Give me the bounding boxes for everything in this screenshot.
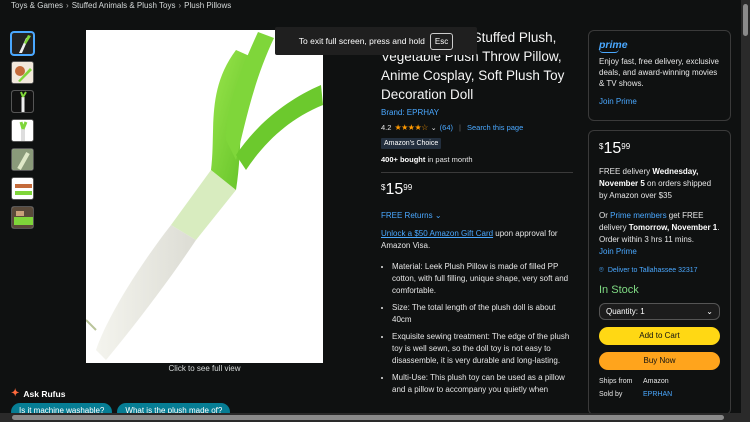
fast-delivery-date: Tomorrow, November 1 [628,223,718,232]
feature-bullet: Size: The total length of the plush doll… [392,302,573,326]
thumbnail[interactable] [11,148,34,171]
sparkle-icon: ✦ [11,388,20,399]
ships-from-label: Ships from [599,378,633,385]
join-prime-link[interactable]: Join Prime [599,246,720,258]
search-this-page-link[interactable]: Search this page [467,123,523,132]
product-main-image[interactable] [86,30,323,363]
vertical-scrollbar[interactable] [741,0,750,413]
join-prime-link[interactable]: Join Prime [599,97,720,106]
rating-value: 4.2 [381,123,392,132]
horizontal-scrollbar[interactable] [0,413,750,422]
ask-rufus-heading: ✦ Ask Rufus [11,388,65,399]
prime-delivery-info: Or Prime members get FREE delivery Tomor… [599,210,720,258]
scrollbar-thumb[interactable] [12,415,724,420]
product-details: on Leek Onion Stuffed Plush, Vegetable P… [381,28,573,401]
chevron-right-icon: › [178,1,182,10]
see-full-view-link[interactable]: Click to see full view [86,364,323,373]
seller-link[interactable]: EPRHAN [643,391,720,398]
delivery-text: Or [599,211,611,220]
location-pin-icon: ⌾ [599,265,604,274]
prime-members-link[interactable]: Prime members [610,211,666,220]
quantity-value: Quantity: 1 [606,307,645,316]
amazons-choice-badge: Amazon's Choice [381,138,442,149]
feature-bullet: Exquisite sewing treatment: The edge of … [392,331,573,367]
price-whole: 15 [385,181,404,198]
bought-count: 400+ bought in past month [381,155,573,164]
feature-bullets: Material: Leek Plush Pillow is made of f… [381,261,573,396]
chevron-down-icon: ⌄ [434,211,442,220]
thumbnail-strip [11,32,35,235]
free-returns-label: FREE Returns [381,211,433,220]
deliver-to-link[interactable]: ⌾ Deliver to Tallahassee 32317 [599,265,720,275]
buybox-price: $15 99 [599,140,720,158]
thumbnail[interactable] [11,177,34,200]
fullscreen-exit-notice: To exit full screen, press and hold Esc [275,27,477,55]
product-price: $15 99 [381,181,573,199]
price-cents: 99 [403,183,413,192]
gift-card-link[interactable]: Unlock a $50 Amazon Gift Card [381,229,493,238]
price-cents: 99 [621,142,631,151]
prime-promo-box: prime Enjoy fast, free delivery, exclusi… [588,30,731,121]
thumbnail[interactable] [11,90,34,113]
prime-logo-text: prime [599,39,628,51]
ask-rufus-label: Ask Rufus [23,388,66,399]
stock-status: In Stock [599,284,639,296]
breadcrumb-link[interactable]: Plush Pillows [184,1,231,10]
gift-card-offer: Unlock a $50 Amazon Gift Card upon appro… [381,228,573,252]
fullscreen-notice-text: To exit full screen, press and hold [298,36,425,46]
breadcrumb-link[interactable]: Stuffed Animals & Plush Toys [72,1,176,10]
prime-promo-text: Enjoy fast, free delivery, exclusive dea… [599,57,719,88]
ships-from-value: Amazon [643,378,669,385]
feature-bullet: Material: Leek Plush Pillow is made of f… [392,261,573,297]
delivery-text: FREE delivery [599,167,653,176]
scrollbar-thumb[interactable] [743,4,748,36]
add-to-cart-button[interactable]: Add to Cart [599,327,720,345]
thumbnail[interactable] [11,61,34,84]
deliver-to-text: Deliver to Tallahassee 32317 [607,266,698,274]
prime-logo: prime [599,39,720,53]
seller-info: Ships from Amazon Sold by EPRHAN [599,378,720,398]
chevron-down-icon[interactable]: ⌄ [431,124,437,132]
sold-by-label: Sold by [599,391,623,398]
free-returns-link[interactable]: FREE Returns ⌄ [381,211,573,220]
delivery-info: FREE delivery Wednesday, November 5 on o… [599,166,720,202]
buy-box: $15 99 FREE delivery Wednesday, November … [588,130,731,415]
price-whole: 15 [603,140,622,157]
divider [381,172,573,173]
feature-bullet: Multi-Use: This plush toy can be used as… [392,372,573,396]
review-count-link[interactable]: (64) [440,123,453,132]
bought-count-bold: 400+ bought [381,155,426,164]
divider: | [459,123,461,132]
star-rating-icon[interactable]: ★★★★☆ [394,123,428,132]
chevron-down-icon: ⌄ [706,307,713,316]
quantity-select[interactable]: Quantity: 1 ⌄ [599,303,720,320]
brand-link[interactable]: Brand: EPRHAY [381,108,573,117]
esc-key-label: Esc [429,32,454,50]
rating-row: 4.2 ★★★★☆ ⌄ (64) | Search this page [381,123,573,132]
bought-count-rest: in past month [425,155,473,164]
breadcrumb: Toys & Games › Stuffed Animals & Plush Toy… [11,1,231,10]
thumbnail[interactable] [11,206,34,229]
buy-now-button[interactable]: Buy Now [599,352,720,370]
breadcrumb-link[interactable]: Toys & Games [11,1,63,10]
chevron-right-icon: › [66,1,69,10]
thumbnail[interactable] [11,32,34,55]
thumbnail[interactable] [11,119,34,142]
